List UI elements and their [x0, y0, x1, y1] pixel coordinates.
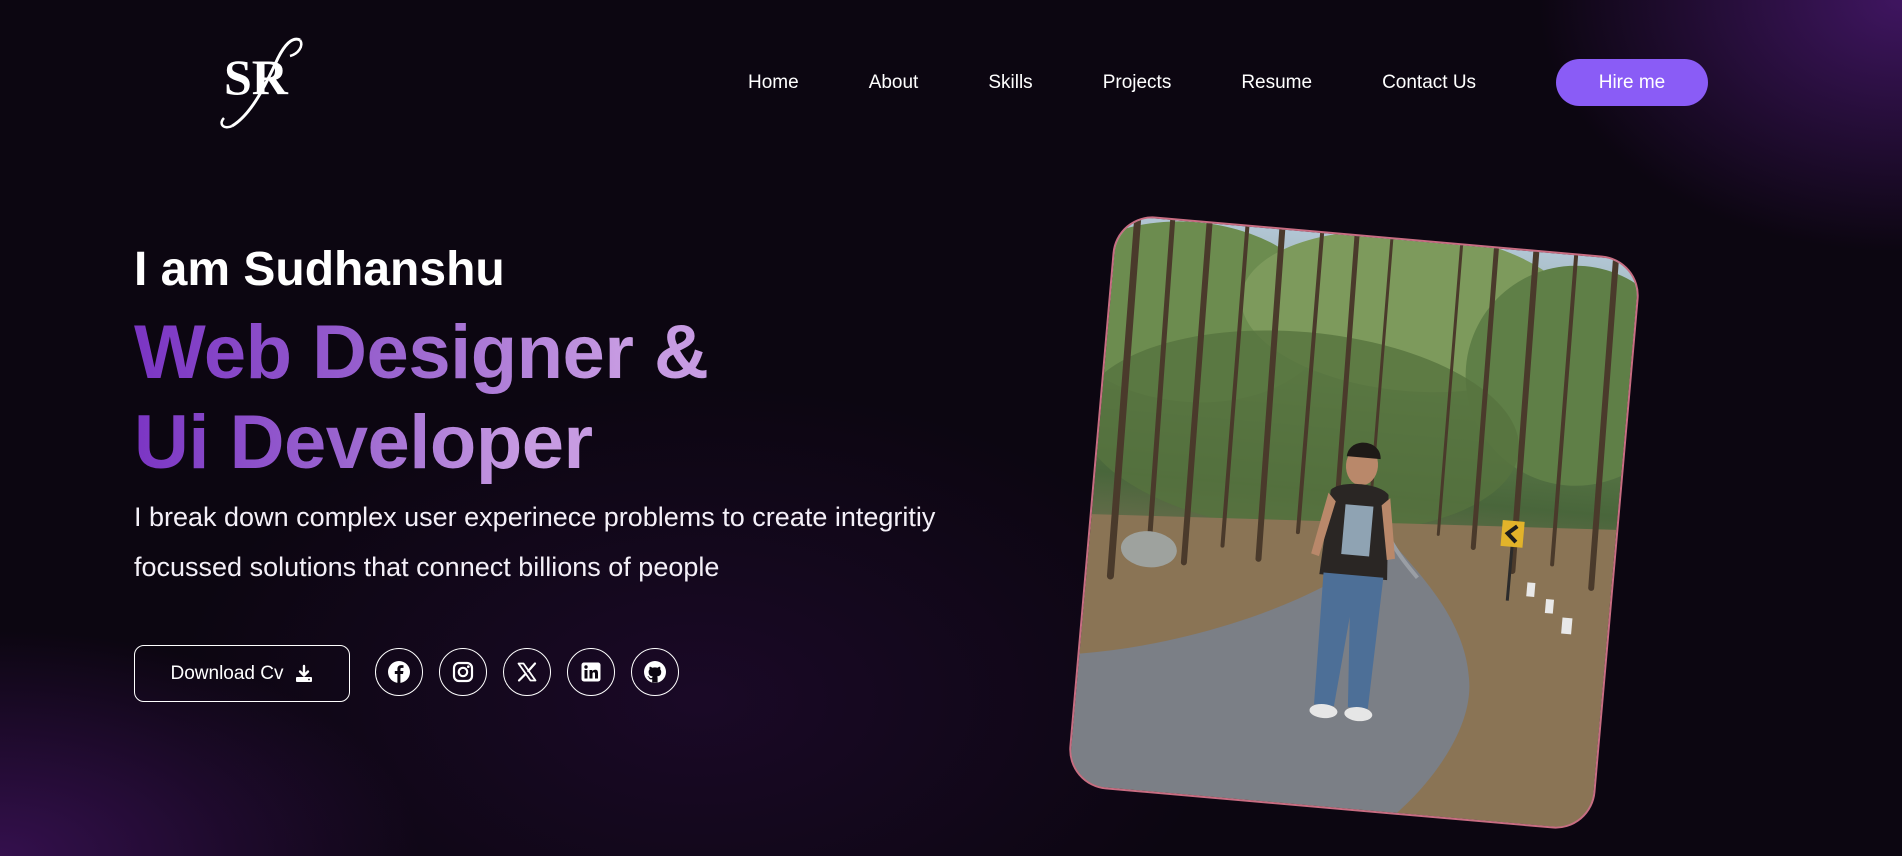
main-nav: Home About Skills Projects Resume Contac… [748, 58, 1476, 108]
social-links [375, 648, 679, 696]
hero-role-line-2: Ui Developer [134, 398, 593, 488]
linkedin-link[interactable] [567, 648, 615, 696]
linkedin-icon [581, 662, 601, 682]
nav-link-projects[interactable]: Projects [1103, 72, 1172, 94]
facebook-icon [388, 661, 410, 683]
x-icon [517, 662, 537, 682]
nav-link-resume[interactable]: Resume [1241, 72, 1312, 94]
hero-description: I break down complex user experinece pro… [134, 502, 936, 582]
nav-link-contact[interactable]: Contact Us [1382, 72, 1476, 94]
hero-intro: I am Sudhanshu [134, 243, 505, 296]
download-cv-button[interactable]: Download Cv [134, 645, 350, 702]
download-cv-label: Download Cv [170, 662, 284, 684]
instagram-link[interactable] [439, 648, 487, 696]
hero-role-line-1: Web Designer & [134, 308, 709, 398]
download-icon [294, 664, 314, 684]
nav-link-skills[interactable]: Skills [988, 72, 1032, 94]
hire-me-button[interactable]: Hire me [1556, 59, 1708, 106]
forest-road-photo [1068, 215, 1640, 830]
instagram-icon [452, 661, 474, 683]
nav-link-home[interactable]: Home [748, 72, 799, 94]
site-logo[interactable]: SR [208, 32, 308, 132]
github-link[interactable] [631, 648, 679, 696]
github-icon [644, 661, 666, 683]
x-link[interactable] [503, 648, 551, 696]
profile-photo [1065, 213, 1643, 832]
nav-link-about[interactable]: About [869, 72, 919, 94]
logo-monogram: SR [220, 37, 303, 129]
facebook-link[interactable] [375, 648, 423, 696]
